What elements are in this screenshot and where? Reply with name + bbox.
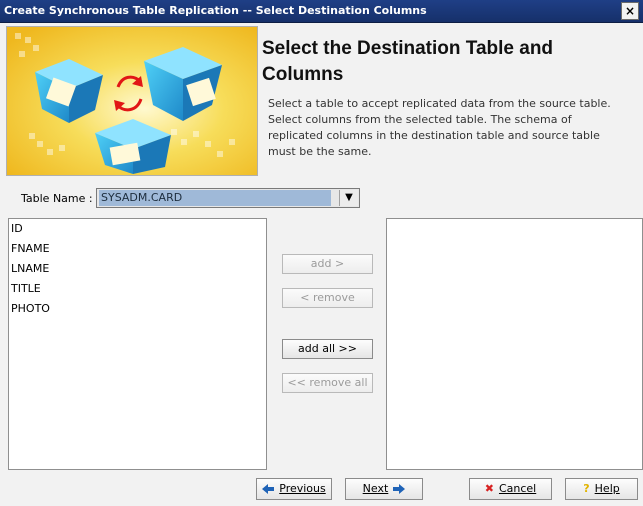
column-list-item[interactable]: ID [9, 219, 266, 239]
banner-illustration [6, 26, 258, 176]
page-heading-line-1: Select the Destination Table and [262, 38, 554, 59]
previous-button-label: Previous [279, 482, 326, 495]
page-heading-line-2: Columns [262, 64, 344, 85]
column-list-item[interactable]: FNAME [9, 239, 266, 259]
help-button[interactable]: ? Help [565, 478, 638, 500]
window-title-bar: Create Synchronous Table Replication -- … [0, 0, 643, 23]
add-button[interactable]: add > [282, 254, 373, 274]
next-button[interactable]: Next [345, 478, 423, 500]
help-button-label: Help [594, 482, 620, 495]
table-name-dropdown[interactable]: SYSADM.CARD ▼ [96, 188, 360, 208]
close-icon[interactable]: × [621, 2, 639, 20]
table-name-value: SYSADM.CARD [99, 190, 331, 206]
previous-arrow-icon [262, 484, 275, 494]
cancel-x-icon: ✖ [484, 482, 494, 495]
chevron-down-icon[interactable]: ▼ [339, 190, 358, 206]
column-list-item[interactable]: LNAME [9, 259, 266, 279]
cancel-button-label: Cancel [498, 482, 537, 495]
previous-button[interactable]: Previous [256, 478, 332, 500]
cancel-button[interactable]: ✖ Cancel [469, 478, 552, 500]
next-button-label: Next [362, 482, 389, 495]
table-name-label: Table Name : [21, 192, 93, 205]
selected-columns-list[interactable] [386, 218, 643, 470]
column-list-item[interactable]: TITLE [9, 279, 266, 299]
page-heading: Select the Destination Table and Columns [262, 36, 622, 88]
add-all-button[interactable]: add all >> [282, 339, 373, 359]
remove-button[interactable]: < remove [282, 288, 373, 308]
remove-all-button[interactable]: << remove all [282, 373, 373, 393]
column-list-item[interactable]: PHOTO [9, 299, 266, 319]
help-icon: ? [583, 482, 590, 495]
available-columns-list[interactable]: ID FNAME LNAME TITLE PHOTO [8, 218, 267, 470]
next-arrow-icon [393, 484, 406, 494]
page-description: Select a table to accept replicated data… [268, 97, 611, 158]
window-title: Create Synchronous Table Replication -- … [4, 4, 427, 17]
